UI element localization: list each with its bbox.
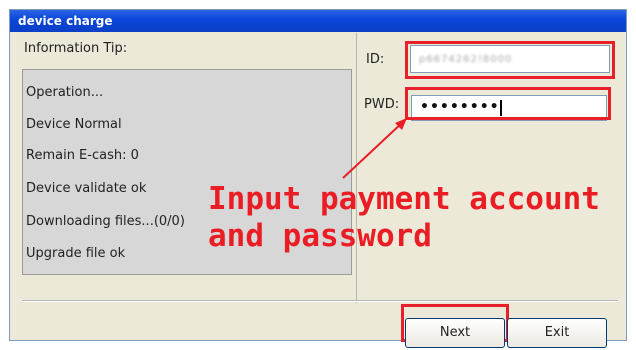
exit-button[interactable]: Exit	[507, 318, 607, 348]
device-charge-window: device charge Information Tip: Operation…	[9, 9, 627, 348]
annotation-text: Input payment account and password	[208, 181, 600, 254]
next-button[interactable]: Next	[405, 318, 505, 348]
horizontal-divider	[22, 300, 618, 301]
annotation-arrow	[342, 118, 407, 179]
